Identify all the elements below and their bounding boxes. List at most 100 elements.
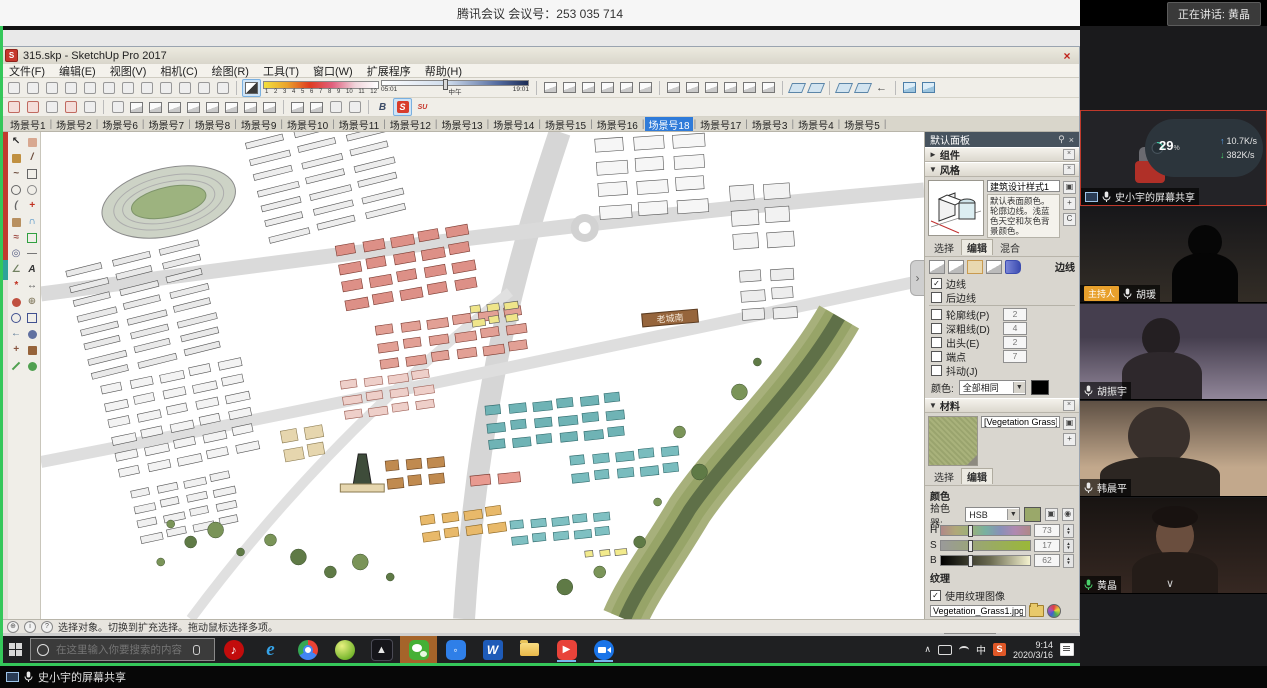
palette-tool[interactable] [24, 134, 40, 150]
palette-tool[interactable]: ~ [8, 166, 24, 182]
scene-tab[interactable]: 场景号12 [387, 117, 434, 132]
pin-icon[interactable]: ⚲ [1058, 134, 1065, 145]
spinner[interactable]: ▲▼ [1063, 524, 1074, 538]
panel-tab[interactable]: 编辑 [961, 239, 993, 255]
credits-icon[interactable]: i [24, 621, 36, 633]
taskbar-app-file-explorer[interactable] [511, 636, 548, 663]
tool-cube-icon[interactable] [147, 99, 164, 115]
edge-value-input[interactable]: 4 [1003, 322, 1027, 335]
slider-value-input[interactable]: 62 [1034, 554, 1060, 567]
edges-icon[interactable] [929, 260, 945, 274]
back-edges-icon[interactable] [948, 260, 964, 274]
section-close-icon[interactable]: × [1063, 164, 1075, 175]
tool-cube-icon[interactable] [561, 80, 578, 96]
taskbar-app-word[interactable]: W [474, 636, 511, 663]
video-tile-4[interactable]: 韩晨平 [1080, 401, 1267, 497]
display-pane-icon[interactable]: ▣ [1063, 417, 1076, 430]
menu-item[interactable]: 相机(C) [160, 63, 197, 79]
palette-tool[interactable] [24, 358, 40, 374]
ime-indicator[interactable]: 中 [976, 642, 986, 657]
tool-plane-icon[interactable] [854, 80, 871, 96]
palette-tool[interactable] [8, 214, 24, 230]
section-components[interactable]: ► 组件 × [925, 147, 1079, 162]
edge-color-select[interactable]: 全部相同 ▼ [959, 380, 1026, 395]
shadow-time-slider[interactable]: 05:01中午19:01 [381, 80, 529, 96]
texture-file-input[interactable] [930, 605, 1026, 617]
scene-tab[interactable]: 场景号10 [284, 117, 331, 132]
scene-tab[interactable]: 场景号11 [336, 117, 382, 132]
slider-B[interactable] [940, 555, 1031, 566]
match-model-color-icon[interactable]: ◉ [1062, 508, 1074, 521]
palette-tool[interactable]: ≈ [8, 230, 24, 246]
scene-tab[interactable]: 场景号4 [795, 117, 837, 132]
tool-tool-icon[interactable] [195, 80, 212, 96]
spin-down-icon[interactable]: ▼ [1066, 546, 1070, 550]
profiles-icon[interactable] [967, 260, 983, 274]
scene-tab[interactable]: 场景号15 [542, 117, 589, 132]
panel-collapse-chevron-icon[interactable]: › [910, 260, 924, 296]
geolocation-icon[interactable]: ⊕ [7, 621, 19, 633]
edge-checkbox[interactable]: ✓ [931, 278, 942, 289]
tool-su-app-icon[interactable]: SU [414, 99, 431, 115]
create-style-icon[interactable]: + [1063, 197, 1076, 210]
browse-folder-icon[interactable] [1029, 605, 1044, 617]
palette-tool[interactable]: ◎ [8, 246, 24, 262]
tool-tool-icon[interactable] [5, 80, 22, 96]
mic-icon[interactable] [193, 645, 200, 655]
palette-tool[interactable]: ↖ [8, 134, 24, 150]
tool-cube-icon[interactable] [665, 80, 682, 96]
palette-tool[interactable] [8, 310, 24, 326]
tool-tool-icon[interactable] [346, 99, 363, 115]
tool-cube-icon[interactable] [128, 99, 145, 115]
tool-tool-icon[interactable] [43, 99, 60, 115]
tool-arrow-left-icon[interactable]: ← [873, 80, 890, 96]
style-thumbnail[interactable] [928, 180, 984, 236]
depth-cue-icon[interactable] [986, 260, 1002, 274]
panel-close-icon[interactable]: × [1069, 135, 1074, 145]
tool-shadow-cube-icon[interactable] [242, 79, 261, 97]
slider-handle[interactable] [968, 540, 973, 552]
tool-cube-icon[interactable] [289, 99, 306, 115]
scene-tab[interactable]: 场景号7 [146, 117, 188, 132]
edge-color-swatch[interactable] [1031, 380, 1049, 395]
spinner[interactable]: ▲▼ [1063, 539, 1074, 553]
tool-tool-red-icon[interactable] [5, 99, 22, 115]
palette-tool[interactable]: ∩ [24, 214, 40, 230]
material-name-input[interactable] [981, 416, 1060, 428]
tray-chevron-icon[interactable]: ∧ [924, 644, 931, 655]
tool-cube-icon[interactable] [242, 99, 259, 115]
panel-tab[interactable]: 选择 [929, 469, 959, 484]
panel-tab[interactable]: 编辑 [961, 468, 993, 484]
scene-tab[interactable]: 场景号3 [749, 117, 791, 132]
tool-tool-icon[interactable] [24, 80, 41, 96]
match-screen-color-icon[interactable]: ▣ [1045, 508, 1057, 521]
palette-tool[interactable] [8, 358, 24, 374]
help-icon[interactable]: ? [41, 621, 53, 633]
scene-tab[interactable]: 场景号2 [53, 117, 95, 132]
tool-cube-icon[interactable] [637, 80, 654, 96]
tool-cube-icon[interactable] [261, 99, 278, 115]
panel-tab[interactable]: 选择 [929, 240, 959, 255]
spinner[interactable]: ▲▼ [1063, 554, 1074, 568]
tool-plane-icon[interactable] [807, 80, 824, 96]
spin-down-icon[interactable]: ▼ [1066, 561, 1070, 565]
palette-tool[interactable]: ∠ [8, 262, 24, 278]
palette-tool[interactable]: / [24, 150, 40, 166]
section-styles[interactable]: ▼ 风格 × [925, 162, 1079, 177]
use-texture-checkbox[interactable]: ✓ [930, 590, 941, 601]
tool-cube-icon[interactable] [185, 99, 202, 115]
action-center-icon[interactable] [1060, 643, 1074, 656]
section-close-icon[interactable]: × [1063, 149, 1075, 160]
palette-tool[interactable]: ( [8, 198, 24, 214]
menu-item[interactable]: 文件(F) [9, 63, 45, 79]
menu-item[interactable]: 绘图(R) [212, 63, 249, 79]
scene-tab[interactable]: 场景号9 [238, 117, 280, 132]
menu-item[interactable]: 帮助(H) [425, 63, 462, 79]
close-icon[interactable]: × [1059, 49, 1075, 63]
palette-tool[interactable]: + [8, 342, 24, 358]
edge-value-input[interactable]: 2 [1003, 336, 1027, 349]
edge-checkbox[interactable] [931, 365, 942, 376]
edge-checkbox[interactable] [931, 337, 942, 348]
scene-tab[interactable]: 场景号14 [490, 117, 537, 132]
tool-tool-red-icon[interactable] [62, 99, 79, 115]
